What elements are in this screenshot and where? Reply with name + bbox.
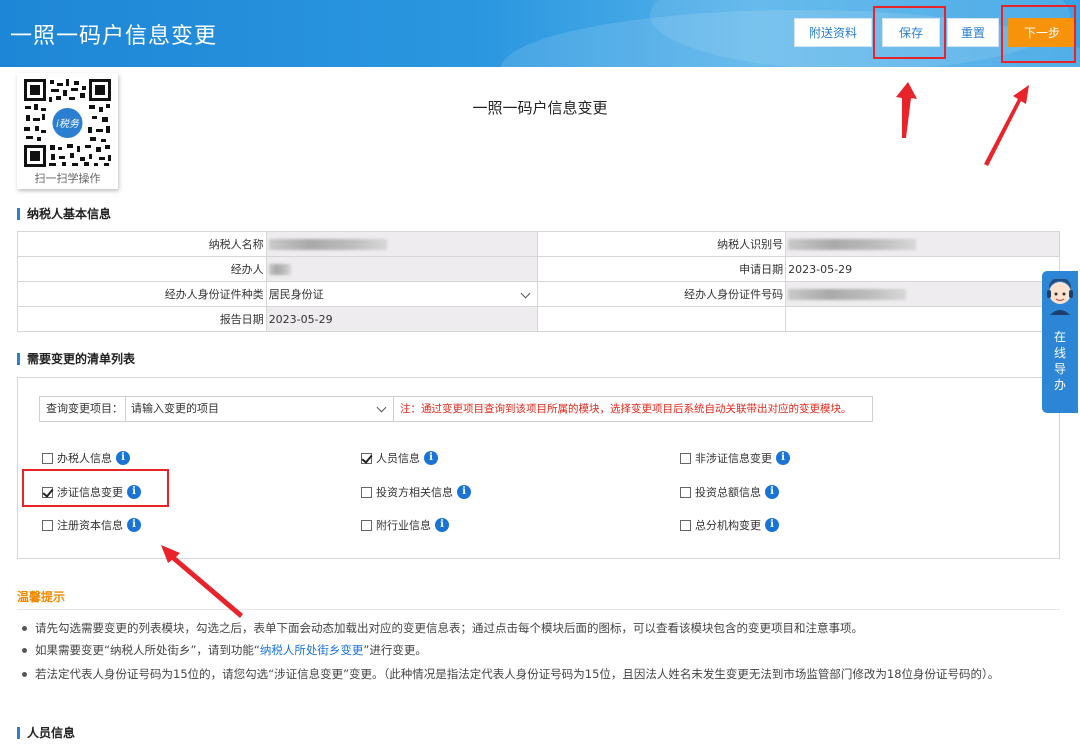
query-note: 注：通过变更项目查询到该项目所属的模块，选择变更项目后系统自动关联带出对应的变更… bbox=[400, 403, 852, 415]
qr-label: 扫一扫学操作 bbox=[34, 172, 101, 185]
bullet bbox=[22, 672, 27, 677]
tip-text: 若法定代表人身份证号码为15位的，请您勾选“涉证信息变更”变更。（此种情况是指法… bbox=[35, 667, 1000, 681]
checkbox-non-cert-change[interactable]: 非涉证信息变更 i bbox=[680, 450, 790, 466]
change-list-panel: 查询变更项目： 请输入变更的项目 注：通过变更项目查询到该项目所属的模块，选择变… bbox=[17, 377, 1060, 559]
redacted-text bbox=[788, 289, 907, 300]
save-highlight-box bbox=[873, 6, 946, 59]
info-icon[interactable]: i bbox=[435, 518, 449, 532]
qr-logo-text: i税务 bbox=[56, 118, 80, 130]
next-highlight-box bbox=[1001, 5, 1076, 63]
page-title: 一照一码户信息变更 bbox=[472, 99, 608, 117]
checkbox-branch-change[interactable]: 总分机构变更 i bbox=[680, 517, 779, 533]
checkbox-box[interactable] bbox=[680, 486, 691, 498]
taxpayer-name-value bbox=[265, 231, 539, 257]
query-label: 查询变更项目： bbox=[40, 397, 126, 421]
report-date-value: 2023-05-29 bbox=[265, 306, 539, 332]
tips-title: 温馨提示 bbox=[17, 590, 66, 604]
info-icon[interactable]: i bbox=[424, 451, 438, 465]
online-guide-button[interactable]: 在线导办 bbox=[1042, 271, 1078, 413]
checkbox-box[interactable] bbox=[361, 452, 372, 464]
redacted-text bbox=[268, 239, 387, 250]
tip-item: 如果需要变更“纳税人所处街乡”，请到功能“纳税人所处街乡变更”进行变更。 bbox=[22, 641, 1062, 660]
empty-cell bbox=[537, 306, 786, 332]
chevron-down-icon bbox=[376, 402, 387, 413]
info-icon[interactable]: i bbox=[765, 485, 779, 499]
robot-avatar-icon bbox=[1047, 279, 1073, 315]
checkbox-label: 投资方相关信息 bbox=[376, 486, 453, 499]
tip-item: 若法定代表人身份证号码为15位的，请您勾选“涉证信息变更”变更。（此种情况是指法… bbox=[22, 665, 1062, 684]
tip-text: 如果需要变更“纳税人所处街乡”，请到功能“ bbox=[35, 643, 260, 657]
checkbox-box[interactable] bbox=[361, 486, 372, 498]
table-row: 经办人 申请日期 2023-05-29 bbox=[17, 256, 1060, 282]
table-row: 经办人身份证件种类 居民身份证 经办人身份证件号码 bbox=[17, 281, 1060, 307]
checkbox-label: 投资总额信息 bbox=[695, 486, 761, 499]
id-type-label: 经办人身份证件种类 bbox=[17, 281, 267, 307]
basic-info-section-title: 纳税人基本信息 bbox=[17, 208, 111, 220]
street-change-link[interactable]: 纳税人所处街乡变更 bbox=[260, 643, 364, 657]
apply-date-label: 申请日期 bbox=[537, 256, 787, 282]
qr-code-icon: i税务 bbox=[22, 77, 113, 169]
checkbox-box[interactable] bbox=[680, 519, 691, 531]
checkbox-sub-industry[interactable]: 附行业信息 i bbox=[361, 517, 449, 533]
checkbox-label: 非涉证信息变更 bbox=[695, 452, 772, 465]
bullet bbox=[22, 648, 27, 653]
redacted-text bbox=[268, 264, 291, 275]
checkbox-label: 附行业信息 bbox=[376, 519, 431, 532]
info-icon[interactable]: i bbox=[127, 518, 141, 532]
report-date-label: 报告日期 bbox=[17, 306, 267, 332]
checkbox-box[interactable] bbox=[361, 519, 372, 531]
checkbox-total-investment[interactable]: 投资总额信息 i bbox=[680, 484, 779, 500]
chevron-down-icon bbox=[521, 288, 531, 299]
checkbox-personnel[interactable]: 人员信息 i bbox=[361, 450, 438, 466]
change-query-bar: 查询变更项目： 请输入变更的项目 注：通过变更项目查询到该项目所属的模块，选择变… bbox=[39, 396, 873, 422]
redacted-text bbox=[788, 239, 917, 250]
table-row: 纳税人名称 纳税人识别号 bbox=[17, 231, 1060, 257]
bullet bbox=[22, 626, 27, 631]
online-guide-label: 在线导办 bbox=[1053, 330, 1066, 392]
checkbox-box[interactable] bbox=[42, 452, 53, 464]
app-title: 一照一码户信息变更 bbox=[10, 24, 218, 49]
checkbox-box[interactable] bbox=[42, 519, 53, 531]
tip-text: 请先勾选需要变更的列表模块，勾选之后，表单下面会动态加载出对应的变更信息表；通过… bbox=[35, 621, 863, 635]
change-list-section-title: 需要变更的清单列表 bbox=[17, 353, 135, 365]
agent-label: 经办人 bbox=[17, 256, 267, 282]
id-type-select[interactable]: 居民身份证 bbox=[265, 281, 539, 307]
reset-button[interactable]: 重置 bbox=[947, 18, 999, 47]
table-row: 报告日期 2023-05-29 bbox=[17, 306, 1060, 332]
checkbox-investor[interactable]: 投资方相关信息 i bbox=[361, 484, 471, 500]
id-number-value[interactable] bbox=[785, 281, 1060, 307]
taxpayer-id-value bbox=[785, 231, 1060, 257]
checkbox-box[interactable] bbox=[680, 452, 691, 464]
checkbox-label: 办税人信息 bbox=[57, 452, 112, 465]
query-placeholder: 请输入变更的项目 bbox=[131, 402, 219, 415]
checkbox-taxpayer-agent[interactable]: 办税人信息 i bbox=[42, 450, 130, 466]
attach-button[interactable]: 附送资料 bbox=[794, 18, 872, 47]
tip-item: 请先勾选需要变更的列表模块，勾选之后，表单下面会动态加载出对应的变更信息表；通过… bbox=[22, 619, 1062, 638]
info-icon[interactable]: i bbox=[765, 518, 779, 532]
info-icon[interactable]: i bbox=[116, 451, 130, 465]
query-change-item-select[interactable]: 请输入变更的项目 bbox=[126, 397, 394, 421]
divider bbox=[17, 609, 1060, 610]
tip-text: ”进行变更。 bbox=[363, 643, 427, 657]
checkbox-label: 总分机构变更 bbox=[695, 519, 761, 532]
basic-info-table: 纳税人名称 纳税人识别号 经办人 申请日期 2023-05-29 经办人身份证件… bbox=[17, 231, 1060, 332]
apply-date-value: 2023-05-29 bbox=[785, 256, 1060, 282]
checkbox-label: 注册资本信息 bbox=[57, 519, 123, 532]
qr-code-card[interactable]: i税务 扫一扫学操作 bbox=[17, 73, 118, 189]
empty-cell bbox=[785, 306, 1060, 332]
personnel-section-title: 人员信息 bbox=[17, 727, 75, 739]
id-number-label: 经办人身份证件号码 bbox=[537, 281, 787, 307]
taxpayer-id-label: 纳税人识别号 bbox=[537, 231, 787, 257]
info-icon[interactable]: i bbox=[457, 485, 471, 499]
agent-value bbox=[265, 256, 539, 282]
id-type-selected-value: 居民身份证 bbox=[268, 288, 324, 301]
checkbox-registered-capital[interactable]: 注册资本信息 i bbox=[42, 517, 141, 533]
info-icon[interactable]: i bbox=[776, 451, 790, 465]
cert-change-highlight-box bbox=[22, 469, 169, 507]
taxpayer-name-label: 纳税人名称 bbox=[17, 231, 267, 257]
checkbox-label: 人员信息 bbox=[376, 452, 420, 465]
